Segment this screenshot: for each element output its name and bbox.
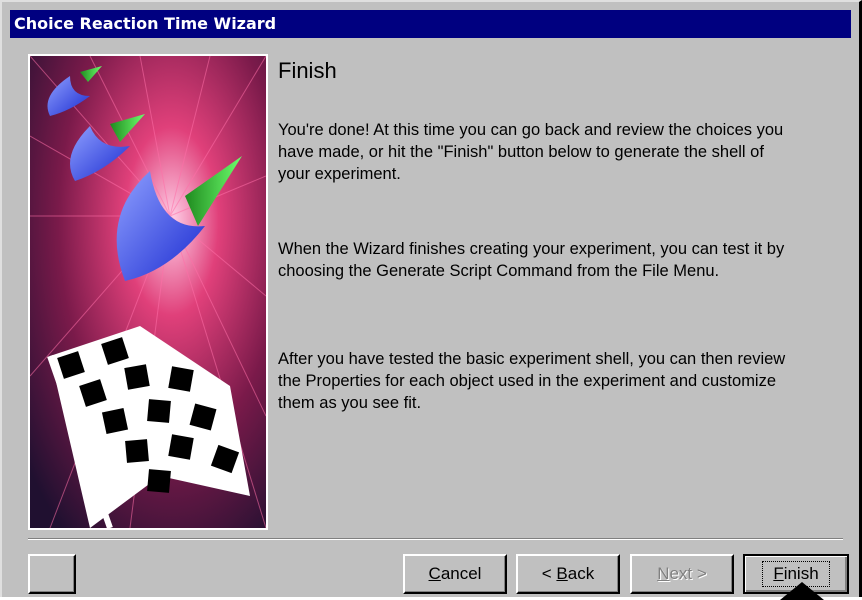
- wizard-image: [28, 54, 268, 530]
- cancel-button-label: Cancel: [429, 564, 482, 584]
- fireworks-flag-icon: [30, 56, 266, 528]
- test-paragraph: When the Wizard finishes creating your e…: [278, 240, 785, 280]
- back-rest: ack: [567, 564, 595, 583]
- title-bar: Choice Reaction Time Wizard: [10, 10, 851, 38]
- back-button[interactable]: < Back: [516, 554, 620, 594]
- customize-paragraph: After you have tested the basic experime…: [278, 350, 786, 412]
- cancel-mnemonic: C: [428, 564, 441, 583]
- back-button-label: < Back: [542, 564, 594, 584]
- next-mnemonic: N: [657, 564, 670, 583]
- next-rest: ext >: [669, 564, 707, 583]
- back-prefix: <: [541, 564, 557, 583]
- mouse-pointer-icon: [780, 582, 824, 600]
- help-button[interactable]: [28, 554, 76, 594]
- cancel-rest: ancel: [440, 564, 482, 583]
- page-heading: Finish: [278, 58, 337, 83]
- window-title: Choice Reaction Time Wizard: [14, 14, 277, 33]
- finish-rest: inish: [783, 564, 819, 583]
- wizard-window: Choice Reaction Time Wizard Finish You'r…: [0, 0, 862, 597]
- next-button[interactable]: Next >: [630, 554, 734, 594]
- cancel-button[interactable]: Cancel: [403, 554, 507, 594]
- intro-paragraph: You're done! At this time you can go bac…: [278, 121, 784, 183]
- next-button-label: Next >: [657, 564, 707, 584]
- back-mnemonic: B: [556, 564, 568, 583]
- button-separator: [28, 538, 843, 540]
- finish-mnemonic: F: [773, 564, 784, 583]
